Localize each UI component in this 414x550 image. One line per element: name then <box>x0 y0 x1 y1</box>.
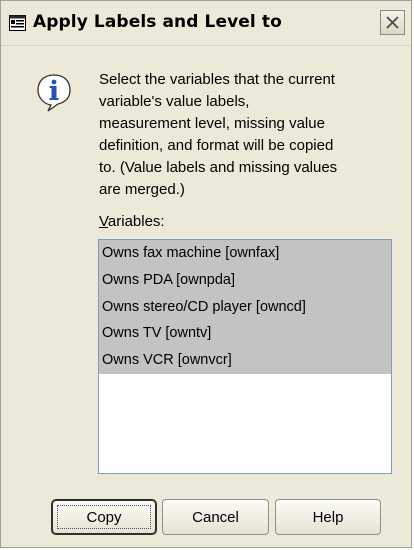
copy-button[interactable]: Copy <box>51 499 157 535</box>
focus-ring <box>57 505 151 529</box>
info-message: Select the variables that the current va… <box>99 71 338 198</box>
title-bar[interactable]: Apply Labels and Level to <box>1 1 411 46</box>
close-icon <box>386 16 399 29</box>
dialog-title: Apply Labels and Level to <box>33 12 282 32</box>
help-button[interactable]: Help <box>275 499 381 535</box>
list-item[interactable]: Owns VCR [ownvcr] <box>99 347 391 374</box>
info-icon <box>36 73 72 113</box>
list-item[interactable]: Owns TV [owntv] <box>99 320 391 348</box>
dialog-app-icon <box>9 15 26 31</box>
cancel-button-label: Cancel <box>192 508 239 526</box>
variables-label-text: ariables: <box>107 213 165 230</box>
list-item[interactable]: Owns fax machine [ownfax] <box>99 240 391 267</box>
list-item[interactable]: Owns stereo/CD player [owncd] <box>99 293 391 321</box>
list-item[interactable]: Owns PDA [ownpda] <box>99 266 391 294</box>
variables-label: Variables: <box>99 213 165 230</box>
help-button-label: Help <box>312 508 344 526</box>
cancel-button[interactable]: Cancel <box>162 499 269 535</box>
variables-label-mnemonic: V <box>99 213 108 230</box>
variables-listbox[interactable]: Owns fax machine [ownfax] Owns PDA [ownp… <box>98 239 392 474</box>
close-button[interactable] <box>380 10 405 35</box>
apply-labels-dialog: Apply Labels and Level to Select the var… <box>0 0 412 548</box>
